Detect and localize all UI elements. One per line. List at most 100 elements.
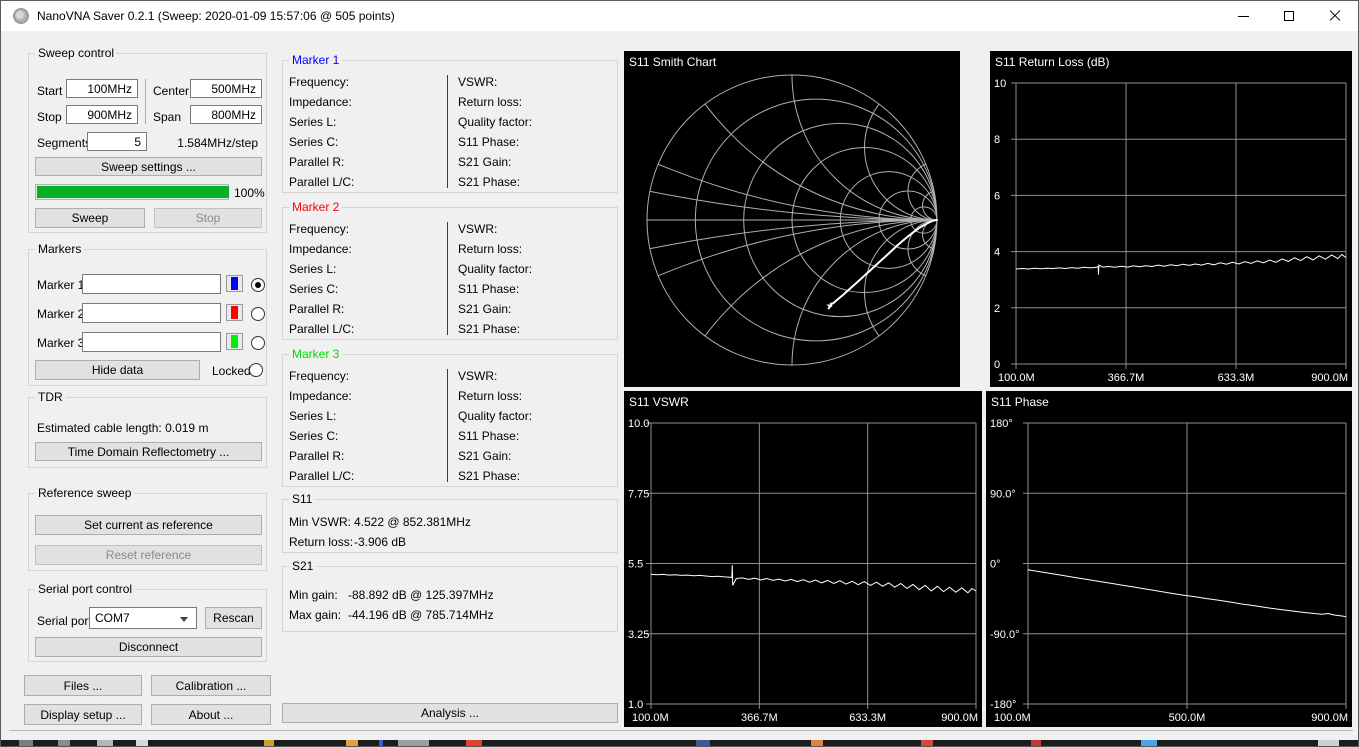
display-setup-button[interactable]: Display setup ... bbox=[24, 704, 142, 725]
taskbar-app-sliver[interactable] bbox=[811, 740, 823, 746]
rescan-button[interactable]: Rescan bbox=[205, 607, 262, 629]
max-gain-value: -44.196 dB @ 785.714MHz bbox=[348, 608, 494, 622]
disconnect-button[interactable]: Disconnect bbox=[35, 637, 262, 657]
progress-fill bbox=[37, 186, 229, 198]
tdr-button[interactable]: Time Domain Reflectometry ... bbox=[35, 442, 262, 461]
s11-phase-chart[interactable]: S11 Phase 100.0M 500.0M 900.0M 180° 90.0° 0° -… bbox=[986, 391, 1352, 727]
marker3-frequency-input[interactable] bbox=[82, 332, 221, 352]
maximize-button[interactable] bbox=[1266, 1, 1312, 31]
min-gain-value: -88.892 dB @ 125.397MHz bbox=[348, 588, 494, 602]
marker1-color-button[interactable] bbox=[226, 275, 243, 292]
taskbar-app-sliver[interactable] bbox=[264, 740, 274, 746]
min-vswr-label: Min VSWR: bbox=[289, 515, 352, 529]
marker3-label: Marker 3 bbox=[37, 336, 85, 350]
taskbar[interactable] bbox=[1, 740, 1358, 746]
return-loss-chart-title: S11 Return Loss (dB) bbox=[995, 55, 1110, 69]
s11-vswr-chart[interactable]: S11 VSWR 100.0M 366.7M 633.3M 900.0M 10.0 7.7… bbox=[624, 391, 982, 727]
start-input[interactable]: 100MHz bbox=[66, 79, 138, 98]
parallel-r-label: Parallel R: bbox=[289, 449, 345, 463]
svg-text:100.0M: 100.0M bbox=[632, 712, 669, 724]
taskbar-app-sliver[interactable] bbox=[921, 740, 933, 746]
maximize-icon bbox=[1284, 11, 1294, 21]
reset-reference-button[interactable]: Reset reference bbox=[35, 545, 262, 565]
marker3-info-box: Marker 3 Frequency: Impedance: Series L:… bbox=[282, 347, 618, 487]
taskbar-app-sliver[interactable] bbox=[379, 740, 383, 746]
svg-text:5.5: 5.5 bbox=[628, 559, 643, 571]
minimize-button[interactable] bbox=[1220, 1, 1266, 31]
marker2-color-button[interactable] bbox=[226, 304, 243, 321]
series-l-label: Series L: bbox=[289, 115, 337, 129]
about-button[interactable]: About ... bbox=[151, 704, 271, 725]
sweep-progress-bar bbox=[35, 184, 229, 200]
frequency-label: Frequency: bbox=[289, 75, 350, 89]
hide-data-button[interactable]: Hide data bbox=[35, 360, 200, 380]
reference-sweep-group: Reference sweep Set current as reference… bbox=[28, 486, 267, 571]
taskbar-app-sliver[interactable] bbox=[1318, 740, 1339, 746]
taskbar-app-sliver[interactable] bbox=[1141, 740, 1157, 746]
step-size-text: 1.584MHz/step bbox=[177, 136, 258, 150]
parallel-lc-label: Parallel L/C: bbox=[289, 175, 355, 189]
analysis-button[interactable]: Analysis ... bbox=[282, 703, 618, 723]
taskbar-app-sliver[interactable] bbox=[19, 740, 33, 746]
cable-length-text: Estimated cable length: 0.019 m bbox=[37, 421, 209, 435]
segments-label: Segments bbox=[37, 136, 92, 150]
center-label: Center bbox=[153, 84, 190, 98]
svg-text:900.0M: 900.0M bbox=[1311, 712, 1348, 724]
stop-label: Stop bbox=[37, 110, 62, 124]
serial-port-select[interactable]: COM7 bbox=[89, 607, 197, 629]
close-button[interactable] bbox=[1312, 1, 1358, 31]
stop-input[interactable]: 900MHz bbox=[66, 105, 138, 124]
files-button[interactable]: Files ... bbox=[24, 675, 142, 696]
taskbar-app-sliver[interactable] bbox=[58, 740, 70, 746]
return-loss-summary-label: Return loss: bbox=[289, 535, 354, 549]
vswr-chart-title: S11 VSWR bbox=[629, 395, 689, 409]
quality-factor-label: Quality factor: bbox=[458, 262, 533, 276]
calibration-button[interactable]: Calibration ... bbox=[151, 675, 271, 696]
sweep-settings-button[interactable]: Sweep settings ... bbox=[35, 157, 262, 176]
svg-text:366.7M: 366.7M bbox=[741, 712, 778, 724]
taskbar-app-sliver[interactable] bbox=[1031, 740, 1041, 746]
quality-factor-label: Quality factor: bbox=[458, 115, 533, 129]
impedance-label: Impedance: bbox=[289, 95, 352, 109]
taskbar-app-sliver[interactable] bbox=[696, 740, 710, 746]
marker3-color-swatch bbox=[231, 335, 238, 348]
center-input[interactable]: 500MHz bbox=[190, 79, 262, 98]
marker1-info-title: Marker 1 bbox=[289, 53, 343, 67]
markers-group-title: Markers bbox=[35, 242, 85, 256]
taskbar-app-sliver[interactable] bbox=[466, 740, 482, 746]
marker2-select-radio[interactable] bbox=[251, 307, 265, 321]
marker2-frequency-input[interactable] bbox=[82, 303, 221, 323]
segments-input[interactable]: 5 bbox=[87, 132, 147, 151]
taskbar-app-sliver[interactable] bbox=[97, 740, 113, 746]
impedance-label: Impedance: bbox=[289, 242, 352, 256]
s11-smith-chart[interactable]: S11 Smith Chart bbox=[624, 51, 960, 387]
title-bar[interactable]: NanoVNA Saver 0.2.1 (Sweep: 2020-01-09 1… bbox=[1, 1, 1358, 31]
marker1-frequency-input[interactable] bbox=[82, 274, 221, 294]
taskbar-app-sliver[interactable] bbox=[346, 740, 358, 746]
serial-port-group-title: Serial port control bbox=[35, 582, 136, 596]
marker3-color-button[interactable] bbox=[226, 333, 243, 350]
svg-text:900.0M: 900.0M bbox=[1311, 372, 1348, 384]
reference-sweep-title: Reference sweep bbox=[35, 486, 135, 500]
s11-return-loss-chart[interactable]: S11 Return Loss (dB) 100.0M 366.7M 633.3M 9… bbox=[990, 51, 1352, 387]
svg-text:6: 6 bbox=[994, 190, 1000, 202]
svg-text:0°: 0° bbox=[990, 559, 1001, 571]
series-l-label: Series L: bbox=[289, 409, 337, 423]
s21-gain-label: S21 Gain: bbox=[458, 302, 512, 316]
set-reference-button[interactable]: Set current as reference bbox=[35, 515, 262, 535]
locked-radio[interactable] bbox=[249, 363, 263, 377]
close-icon bbox=[1329, 10, 1341, 22]
taskbar-active-app-button[interactable] bbox=[398, 740, 429, 746]
markers-group: Markers Marker 1 Marker 2 Marker 3 Hide … bbox=[28, 242, 267, 386]
span-input[interactable]: 800MHz bbox=[190, 105, 262, 124]
marker3-select-radio[interactable] bbox=[251, 336, 265, 350]
taskbar-app-sliver[interactable] bbox=[136, 740, 148, 746]
parallel-r-label: Parallel R: bbox=[289, 302, 345, 316]
stop-sweep-button[interactable]: Stop bbox=[154, 208, 262, 228]
app-logo-icon bbox=[13, 8, 29, 24]
svg-text:900.0M: 900.0M bbox=[941, 712, 978, 724]
sweep-button[interactable]: Sweep bbox=[35, 208, 145, 228]
marker2-color-swatch bbox=[231, 306, 238, 319]
marker1-select-radio[interactable] bbox=[251, 278, 265, 292]
marker1-info-box: Marker 1 Frequency: Impedance: Series L:… bbox=[282, 53, 618, 193]
